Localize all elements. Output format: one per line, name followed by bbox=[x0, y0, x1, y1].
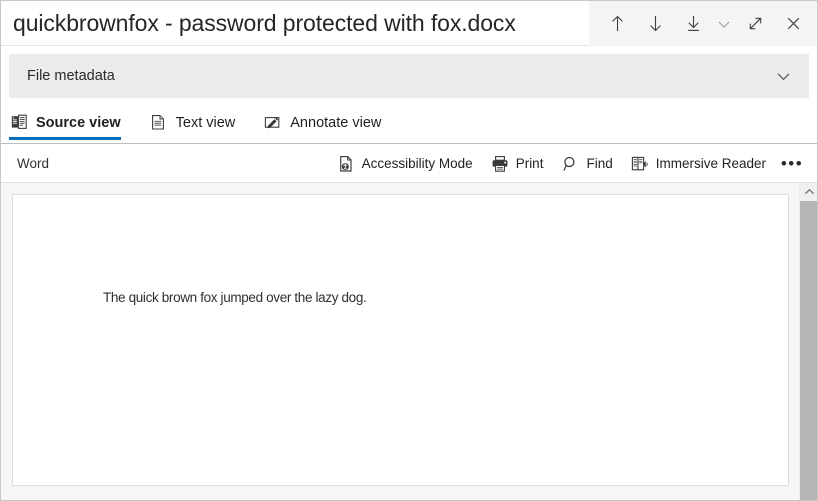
document-page[interactable]: The quick brown fox jumped over the lazy… bbox=[12, 194, 789, 486]
document-body-text: The quick brown fox jumped over the lazy… bbox=[103, 290, 367, 305]
accessibility-document-icon bbox=[337, 155, 356, 173]
immersive-reader-icon bbox=[631, 155, 650, 173]
source-pages-icon bbox=[9, 114, 29, 132]
view-tabs: Source view Text view Annotate view bbox=[1, 106, 817, 144]
tab-text-view[interactable]: Text view bbox=[149, 106, 250, 139]
arrow-down-icon bbox=[647, 14, 664, 33]
find-label: Find bbox=[586, 156, 613, 171]
expand-button[interactable] bbox=[737, 4, 773, 44]
expand-diagonal-icon bbox=[747, 15, 764, 32]
print-label: Print bbox=[515, 156, 544, 171]
titlebar-actions bbox=[589, 1, 817, 46]
next-item-button[interactable] bbox=[637, 4, 673, 44]
window-title: quickbrownfox - password protected with … bbox=[13, 10, 516, 36]
accessibility-mode-button[interactable]: Accessibility Mode bbox=[328, 147, 482, 181]
more-options-button[interactable]: ••• bbox=[775, 147, 809, 181]
scroll-up-button[interactable] bbox=[800, 183, 817, 201]
tab-source-view-label: Source view bbox=[36, 114, 121, 131]
scrollbar-thumb[interactable] bbox=[800, 201, 817, 500]
chevron-down-icon[interactable] bbox=[774, 67, 793, 86]
immersive-reader-label: Immersive Reader bbox=[655, 156, 766, 171]
annotate-pencil-icon bbox=[263, 114, 283, 132]
file-metadata-expander[interactable]: File metadata bbox=[9, 54, 809, 98]
search-icon bbox=[561, 155, 580, 173]
download-icon bbox=[685, 14, 702, 33]
chevron-down-icon bbox=[717, 17, 731, 31]
previous-item-button[interactable] bbox=[599, 4, 635, 44]
download-options-button[interactable] bbox=[713, 4, 735, 44]
printer-icon bbox=[491, 155, 510, 173]
file-metadata-label: File metadata bbox=[27, 68, 115, 84]
titlebar: quickbrownfox - password protected with … bbox=[1, 1, 817, 46]
download-button[interactable] bbox=[675, 4, 711, 44]
immersive-reader-button[interactable]: Immersive Reader bbox=[622, 147, 775, 181]
tab-annotate-view[interactable]: Annotate view bbox=[263, 106, 395, 139]
scrollbar-track[interactable] bbox=[800, 201, 817, 500]
accessibility-mode-label: Accessibility Mode bbox=[361, 156, 473, 171]
find-button[interactable]: Find bbox=[552, 147, 621, 181]
document-viewer: The quick brown fox jumped over the lazy… bbox=[1, 183, 799, 500]
word-command-bar: Word Accessibility Mode Print Find Immer… bbox=[1, 145, 817, 183]
close-icon bbox=[785, 15, 802, 32]
close-button[interactable] bbox=[775, 4, 811, 44]
file-preview-window: quickbrownfox - password protected with … bbox=[0, 0, 818, 501]
vertical-scrollbar[interactable] bbox=[799, 183, 817, 500]
metadata-section: File metadata bbox=[1, 47, 817, 106]
tab-annotate-view-label: Annotate view bbox=[290, 114, 382, 131]
tab-text-view-label: Text view bbox=[175, 114, 236, 131]
text-document-icon bbox=[149, 114, 169, 132]
app-name-label: Word bbox=[17, 156, 50, 171]
tab-source-view[interactable]: Source view bbox=[9, 106, 135, 140]
chevron-up-icon bbox=[804, 183, 815, 201]
arrow-up-icon bbox=[609, 14, 626, 33]
print-button[interactable]: Print bbox=[482, 147, 553, 181]
